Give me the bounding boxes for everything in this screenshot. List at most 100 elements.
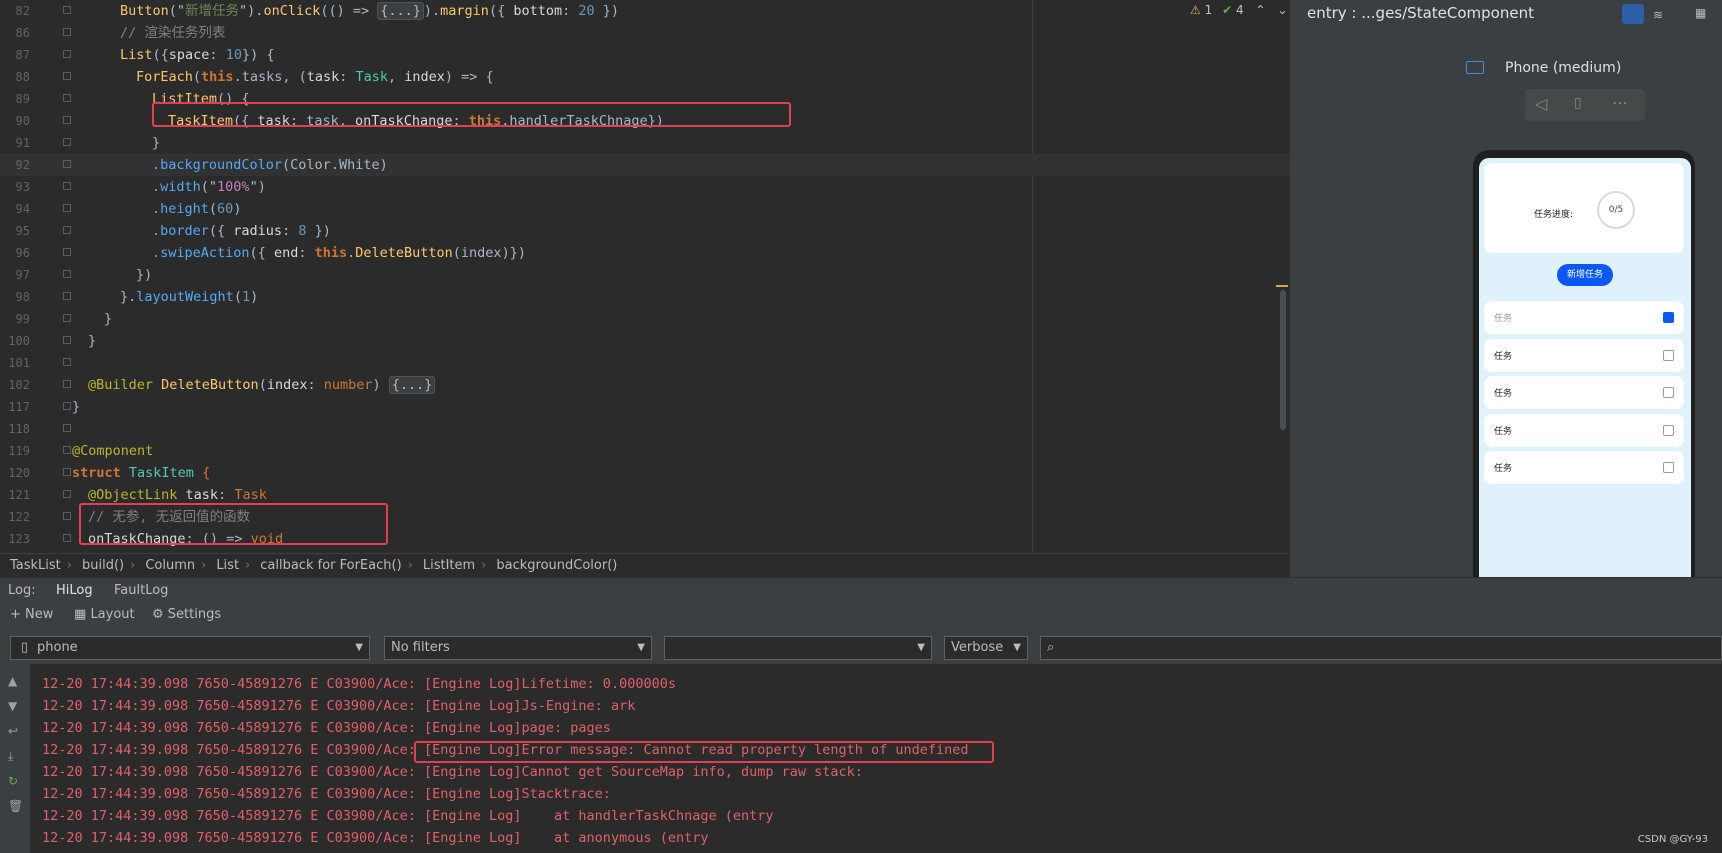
- previewer-panel: entry : ...ges/StateComponent ≋ ▦ Phone …: [1290, 0, 1722, 577]
- task-checkbox[interactable]: [1663, 424, 1674, 436]
- layout-button[interactable]: ▦ Layout: [74, 602, 135, 628]
- code-line[interactable]: 87 List({space: 10}) {: [0, 44, 1290, 66]
- code-line[interactable]: 86 // 渲染任务列表: [0, 22, 1290, 44]
- tab-hilog[interactable]: HiLog: [52, 578, 97, 605]
- eye-icon[interactable]: [1622, 4, 1644, 24]
- inspection-widget[interactable]: ⚠ 1 ✔ 4 ⌃ ⌄: [1190, 2, 1287, 18]
- fold-marker-icon[interactable]: [63, 72, 71, 80]
- task-item[interactable]: 任务: [1484, 338, 1684, 372]
- fold-marker-icon[interactable]: [63, 204, 71, 212]
- code-line[interactable]: 118: [0, 418, 1290, 440]
- code-line[interactable]: 97}): [0, 264, 1290, 286]
- fold-marker-icon[interactable]: [63, 116, 71, 124]
- code-line[interactable]: 82 Button("新增任务").onClick(() => {...}).ma…: [0, 0, 1290, 22]
- breadcrumb-item[interactable]: backgroundColor(): [486, 558, 623, 573]
- code-editor[interactable]: 82 Button("新增任务").onClick(() => {...}).ma…: [0, 0, 1290, 553]
- more-icon[interactable]: ⋯: [1612, 93, 1628, 112]
- fold-marker-icon[interactable]: [63, 512, 71, 520]
- code-line[interactable]: 94 .height(60): [0, 198, 1290, 220]
- search-input[interactable]: ⌕: [1040, 636, 1722, 660]
- restart-icon[interactable]: ↻: [8, 774, 18, 788]
- trash-icon[interactable]: 🗑: [8, 799, 23, 813]
- task-item[interactable]: 任务: [1484, 413, 1684, 447]
- breadcrumb-item[interactable]: Column: [135, 558, 201, 573]
- code-line[interactable]: 102 @Builder DeleteButton(index: number) …: [0, 374, 1290, 396]
- fold-marker-icon[interactable]: [63, 182, 71, 190]
- code-line[interactable]: 120 struct TaskItem {: [0, 462, 1290, 484]
- device-label[interactable]: Phone (medium): [1505, 60, 1621, 76]
- task-checkbox[interactable]: [1663, 387, 1674, 398]
- breadcrumb-item[interactable]: TaskList: [0, 558, 67, 573]
- add-task-button[interactable]: 新增任务: [1557, 264, 1613, 286]
- fold-marker-icon[interactable]: [63, 292, 71, 300]
- code-text: }: [104, 311, 113, 327]
- breadcrumb-item[interactable]: build(): [72, 558, 130, 573]
- task-checkbox[interactable]: [1663, 312, 1674, 323]
- fold-marker-icon[interactable]: [63, 226, 71, 234]
- check-icon: ✔: [1222, 3, 1233, 17]
- chevron-down-icon[interactable]: ⌄: [1277, 3, 1287, 17]
- new-button[interactable]: + New: [10, 602, 53, 628]
- editor-scrollbar[interactable]: [1280, 290, 1286, 430]
- tab-faultlog[interactable]: FaultLog: [114, 578, 168, 603]
- fold-marker-icon[interactable]: [63, 6, 71, 14]
- filter-select[interactable]: No filters ▼: [384, 636, 652, 660]
- fold-marker-icon[interactable]: [63, 336, 71, 344]
- grid-icon[interactable]: ▦: [1695, 6, 1706, 20]
- code-line[interactable]: 119 @Component: [0, 440, 1290, 462]
- task-item[interactable]: 任务: [1484, 301, 1684, 334]
- back-icon[interactable]: ◁: [1535, 94, 1547, 113]
- task-item[interactable]: 任务: [1484, 376, 1684, 409]
- fold-marker-icon[interactable]: [63, 380, 71, 388]
- code-line[interactable]: 100}: [0, 330, 1290, 352]
- scroll-up-icon[interactable]: ▲: [8, 674, 17, 688]
- settings-button[interactable]: ⚙ Settings: [152, 602, 221, 628]
- fold-marker-icon[interactable]: [63, 94, 71, 102]
- fold-marker-icon[interactable]: [63, 160, 71, 168]
- code-line[interactable]: 93 .width("100%"): [0, 176, 1290, 198]
- task-checkbox[interactable]: [1663, 349, 1674, 361]
- chevron-up-icon[interactable]: ⌃: [1255, 3, 1265, 17]
- breadcrumb-item[interactable]: ListItem: [413, 558, 481, 573]
- chevron-down-icon: ▼: [1013, 642, 1021, 653]
- code-line[interactable]: 117}: [0, 396, 1290, 418]
- fold-marker-icon[interactable]: [63, 424, 71, 432]
- package-select[interactable]: ▼: [664, 636, 932, 660]
- fold-marker-icon[interactable]: [63, 446, 71, 454]
- code-line[interactable]: 99}: [0, 308, 1290, 330]
- line-number: 123: [8, 532, 30, 546]
- layers-icon[interactable]: ≋: [1653, 8, 1663, 22]
- code-line[interactable]: 91}: [0, 132, 1290, 154]
- code-line[interactable]: 95 .border({ radius: 8 }): [0, 220, 1290, 242]
- fold-marker-icon[interactable]: [63, 50, 71, 58]
- scroll-marker: [1276, 285, 1288, 287]
- breadcrumb: TaskList › build() › Column › List › callback fo…: [0, 553, 1290, 578]
- fold-marker-icon[interactable]: [63, 468, 71, 476]
- fold-marker-icon[interactable]: [63, 402, 71, 410]
- device-select[interactable]: ▯ phone ▼: [10, 636, 370, 660]
- fold-marker-icon[interactable]: [63, 248, 71, 256]
- fold-marker-icon[interactable]: [63, 314, 71, 322]
- code-line[interactable]: 98}.layoutWeight(1): [0, 286, 1290, 308]
- fold-marker-icon[interactable]: [63, 358, 71, 366]
- rotate-icon[interactable]: ▯: [1574, 95, 1582, 111]
- line-number: 98: [15, 290, 30, 304]
- scroll-down-icon[interactable]: ▼: [8, 699, 17, 713]
- breadcrumb-item[interactable]: callback for ForEach(): [250, 558, 407, 573]
- fold-marker-icon[interactable]: [63, 270, 71, 278]
- code-text: @Component: [72, 443, 154, 459]
- fold-marker-icon[interactable]: [63, 28, 71, 36]
- scroll-end-icon[interactable]: ⤓: [8, 749, 13, 764]
- code-line[interactable]: 88 ForEach(this.tasks, (task: Task, index…: [0, 66, 1290, 88]
- fold-marker-icon[interactable]: [63, 490, 71, 498]
- fold-marker-icon[interactable]: [63, 138, 71, 146]
- task-checkbox[interactable]: [1663, 462, 1674, 473]
- code-line[interactable]: 96 .swipeAction({ end: this.DeleteButton(…: [0, 242, 1290, 264]
- code-line[interactable]: 92 .backgroundColor(Color.White): [0, 154, 1290, 176]
- task-item[interactable]: 任务: [1484, 451, 1684, 484]
- level-select[interactable]: Verbose ▼: [944, 636, 1028, 660]
- wrap-icon[interactable]: ↩: [8, 724, 18, 738]
- breadcrumb-item[interactable]: List: [206, 558, 245, 573]
- fold-marker-icon[interactable]: [63, 534, 71, 542]
- code-line[interactable]: 101: [0, 352, 1290, 374]
